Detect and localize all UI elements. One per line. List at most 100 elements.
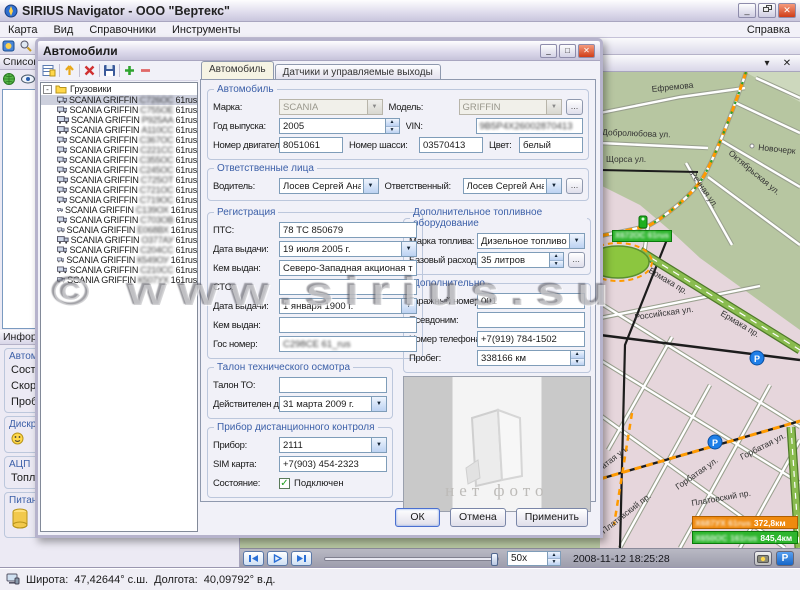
chevron-down-icon[interactable]: ▼ [569,234,584,248]
tab-sensors[interactable]: Датчики и управляемые выходы [275,64,441,79]
playback-slider[interactable] [324,557,499,561]
spinner-arrows[interactable]: ▲▼ [570,351,584,365]
vehicle-marker[interactable] [639,216,647,228]
sts-issuer-input[interactable] [279,317,417,333]
tree-item-vehicle[interactable]: SCANIA GRIFFIN А110СС 61rus [41,125,197,135]
model-combo[interactable]: GRIFFIN▼ [459,99,563,115]
tree-item-vehicle[interactable]: SCANIA GRIFFIN С703ОВ 61rus [41,215,197,225]
spinner-arrows[interactable]: ▲▼ [549,253,563,267]
spinner-arrows[interactable]: ▲▼ [385,119,399,133]
delete-icon[interactable] [83,64,96,77]
close-icon[interactable]: ✕ [778,3,796,18]
menu-item[interactable]: Инструменты [164,23,249,37]
valid-until-picker[interactable]: 31 марта 2009 г.▼ [279,396,387,412]
base-rate-spinner[interactable]: 35 литров▲▼ [477,252,564,268]
menu-item[interactable]: Вид [45,23,81,37]
menu-item-help[interactable]: Справка [737,23,800,37]
tree-item-vehicle[interactable]: SCANIA GRIFFIN С721ОС 61rus [41,185,197,195]
tree-item-vehicle[interactable]: SCANIA GRIFFIN С245ОС 61rus [41,165,197,175]
tab-vehicle[interactable]: Автомобиль [201,61,274,79]
persons-more-button[interactable]: ... [566,178,583,194]
chevron-down-icon[interactable]: ▼ [367,100,382,114]
objects-icon[interactable] [2,39,16,53]
tree-item-vehicle[interactable]: SCANIA GRIFFIN К507УХ 161rus [41,275,197,285]
tree-item-vehicle[interactable]: SCANIA GRIFFIN К549ОУ 161rus [41,255,197,265]
pts-input[interactable]: 78 ТС 850679 [279,222,417,238]
garage-input[interactable]: 001 [477,293,585,309]
panel-collapse-icon[interactable]: ▾ [760,58,774,69]
tree-item-vehicle[interactable]: SCANIA GRIFFIN С139ОХ 161rus [41,205,197,215]
sts-input[interactable] [279,279,417,295]
chevron-down-icon[interactable]: ▼ [546,100,561,114]
tree-item-vehicle[interactable]: SCANIA GRIFFIN С719ОС 61rus [41,195,197,205]
parking-toggle-button[interactable]: P [776,551,794,566]
remove-icon[interactable] [139,64,152,77]
fuel-type-combo[interactable]: Дизельное топливо▼ [477,233,585,249]
parking-icon[interactable]: P [750,351,764,365]
tree-root-folder[interactable]: - Грузовики [41,83,197,95]
pts-date-picker[interactable]: 19 июля 2005 г.▼ [279,241,417,257]
responsible-combo[interactable]: Лосев Сергей Анатолье▼ [463,178,563,194]
tree-item-vehicle[interactable]: SCANIA GRIFFIN С204СС 61rus [41,245,197,255]
color-input[interactable]: белый [519,137,583,153]
main-titlebar[interactable]: SIRIUS Navigator - ООО "Вертекс" _ ✕ [0,0,800,22]
tree-item-vehicle[interactable]: SCANIA GRIFFIN С355ОС 61rus [41,155,197,165]
play-button[interactable] [267,551,288,566]
connected-checkbox[interactable]: ✓ [279,478,290,489]
sts-date-picker[interactable]: 1 января 1900 г.▼ [279,298,417,314]
talon-input[interactable] [279,377,387,393]
search-icon[interactable] [19,39,33,53]
save-icon[interactable] [103,64,116,77]
dialog-titlebar[interactable]: Автомобили _ □ ✕ [38,41,600,61]
chevron-down-icon[interactable]: ▼ [371,397,386,411]
slider-thumb[interactable] [491,553,498,566]
pts-issuer-input[interactable]: Северо-Западная акционая т [279,260,417,276]
tree-item-vehicle[interactable]: SCANIA GRIFFIN Е068ВХ 161rus [41,225,197,235]
minimize-icon[interactable]: _ [738,3,756,18]
chevron-down-icon[interactable]: ▼ [546,179,561,193]
model-more-button[interactable]: ... [566,99,583,115]
speed-spinner[interactable]: ▲▼ [548,551,561,566]
tree-item-vehicle[interactable]: SCANIA GRIFFIN Р925АА 61rus [41,115,197,125]
skip-end-button[interactable] [291,551,312,566]
restore-icon[interactable] [758,3,776,18]
vin-input[interactable]: 9B5P4X26002870413 [476,118,584,134]
apply-button[interactable]: Применить [516,508,588,527]
gos-number-input[interactable]: С298СЕ 61_rus [279,336,417,352]
dialog-minimize-icon[interactable]: _ [540,44,557,58]
marka-combo[interactable]: SCANIA▼ [279,99,383,115]
menu-item[interactable]: Карта [0,23,45,37]
export-icon[interactable] [63,64,76,77]
dialog-maximize-icon[interactable]: □ [559,44,576,58]
cancel-button[interactable]: Отмена [450,508,506,527]
card-view-icon[interactable] [42,64,56,77]
chevron-down-icon[interactable]: ▼ [401,299,416,313]
eye-icon[interactable] [20,72,36,86]
chevron-down-icon[interactable]: ▼ [371,438,386,452]
nickname-input[interactable] [477,312,585,328]
menu-item[interactable]: Справочники [81,23,164,37]
ok-button[interactable]: ОК [395,508,440,527]
tree-item-vehicle[interactable]: SCANIA GRIFFIN С367ОС 61rus [41,135,197,145]
chevron-down-icon[interactable]: ▼ [363,179,378,193]
tree-item-vehicle[interactable]: SCANIA GRIFFIN С726ОС 61rus [41,95,197,105]
collapse-toggle-icon[interactable]: - [43,85,52,94]
vehicle-tree[interactable]: - Грузовики SCANIA GRIFFIN С726ОС 61rus [40,82,198,532]
tree-item-vehicle[interactable]: SCANIA GRIFFIN С725ОТ 61rus [41,175,197,185]
chevron-down-icon[interactable]: ▼ [401,242,416,256]
year-spinner[interactable]: 2005▲▼ [279,118,400,134]
snapshot-button[interactable] [754,551,772,566]
tree-item-vehicle[interactable]: SCANIA GRIFFIN О377АУ 61rus [41,235,197,245]
dialog-close-icon[interactable]: ✕ [578,44,595,58]
tree-item-vehicle[interactable]: SCANIA GRIFFIN С755ОЕ 61rus [41,105,197,115]
device-combo[interactable]: 2111▼ [279,437,387,453]
panel-close-icon[interactable]: ✕ [780,58,794,69]
tree-item-vehicle[interactable]: SCANIA GRIFFIN С210СС 61rus [41,265,197,275]
fuel-more-button[interactable]: ... [568,252,585,268]
parking-icon[interactable]: P [708,435,722,449]
speed-input[interactable]: 50x [507,551,548,566]
add-icon[interactable] [123,64,136,77]
vehicle-map-label[interactable]: Х672ОС 61rus [612,230,672,242]
globe-icon[interactable] [2,72,16,86]
phone-input[interactable]: +7(919) 784-1502 [477,331,585,347]
